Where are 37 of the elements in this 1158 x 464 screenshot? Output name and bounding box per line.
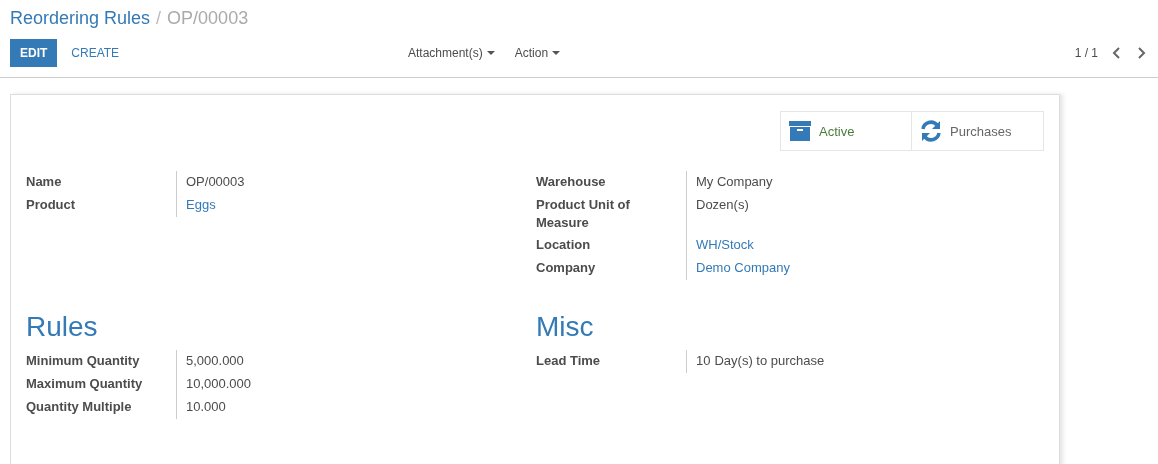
next-icon[interactable] <box>1136 47 1146 59</box>
field-link[interactable]: Demo Company <box>696 259 790 277</box>
field-unit: Day(s) to purchase <box>714 352 825 370</box>
field-label: Minimum Quantity <box>26 352 141 370</box>
field-value: 10 <box>696 352 711 370</box>
field-value: OP/00003 <box>186 173 245 191</box>
create-button[interactable]: CREATE <box>61 39 130 67</box>
dropdown-menu[interactable]: Attachment(s) <box>400 40 503 66</box>
section-heading: Misc <box>536 310 595 344</box>
field-link[interactable]: WH/Stock <box>696 236 754 254</box>
field-value: Dozen(s) <box>696 196 749 214</box>
field-label: Location <box>536 236 592 254</box>
field-label: Name <box>26 173 63 191</box>
field-label: Quantity Multiple <box>26 398 133 416</box>
field-label: Company <box>536 259 597 277</box>
previous-icon[interactable] <box>1112 47 1122 59</box>
field-link[interactable]: Eggs <box>186 196 216 214</box>
field-label: Product <box>26 196 77 214</box>
pager-counter: 1 / 1 <box>1074 46 1098 60</box>
field-value: 10.000 <box>186 398 226 416</box>
dropdown-menu[interactable]: Action <box>506 40 569 66</box>
field-value: 10,000.000 <box>186 375 252 393</box>
stat-button[interactable]: Active <box>780 111 912 151</box>
field-value: 5,000.000 <box>186 352 244 370</box>
field-label: Maximum Quantity <box>26 375 144 393</box>
field-label: Warehouse <box>536 173 607 191</box>
edit-button[interactable]: EDIT <box>10 39 58 67</box>
breadcrumb-separator: / <box>156 8 162 29</box>
section-heading: Rules <box>26 310 99 344</box>
field-value: My Company <box>696 173 773 191</box>
record-title: OP/00003 <box>167 8 249 29</box>
archive-box-icon <box>789 120 811 142</box>
field-label: Product Unit of Measure <box>536 196 631 232</box>
stat-button[interactable]: Purchases <box>912 111 1044 151</box>
refresh-icon <box>920 120 942 142</box>
field-label: Lead Time <box>536 352 602 370</box>
breadcrumb-link[interactable]: Reordering Rules <box>10 8 151 29</box>
